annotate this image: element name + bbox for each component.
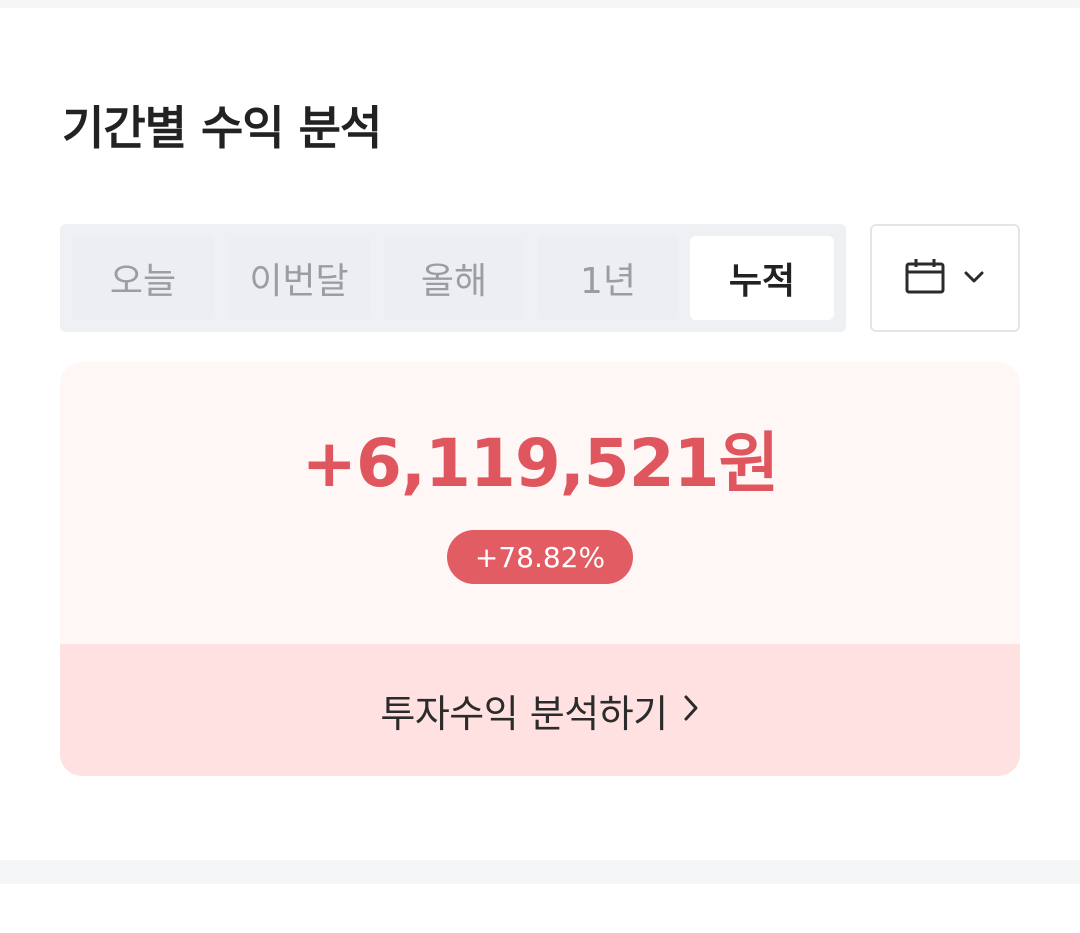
period-segmented-control: 오늘 이번달 올해 1년 누적 (60, 224, 846, 332)
investment-analysis-link[interactable]: 투자수익 분석하기 (60, 644, 1020, 776)
profit-rate-badge: +78.82% (447, 530, 633, 584)
tab-one-year[interactable]: 1년 (538, 236, 678, 320)
tab-cumulative[interactable]: 누적 (690, 236, 834, 320)
tab-this-year[interactable]: 올해 (384, 236, 524, 320)
bottom-divider (0, 860, 1080, 884)
date-picker-button[interactable] (870, 224, 1020, 332)
profit-summary-card: +6,119,521원 +78.82% 투자수익 분석하기 (60, 362, 1020, 776)
tab-today[interactable]: 오늘 (72, 236, 214, 320)
chevron-down-icon (963, 269, 985, 288)
top-divider (0, 0, 1080, 8)
section-title: 기간별 수익 분석 (62, 101, 382, 155)
chevron-right-icon (682, 693, 700, 727)
profit-amount: +6,119,521원 (301, 425, 780, 502)
tab-this-month[interactable]: 이번달 (228, 236, 370, 320)
calendar-icon (905, 258, 945, 298)
investment-analysis-label: 투자수익 분석하기 (380, 691, 668, 736)
